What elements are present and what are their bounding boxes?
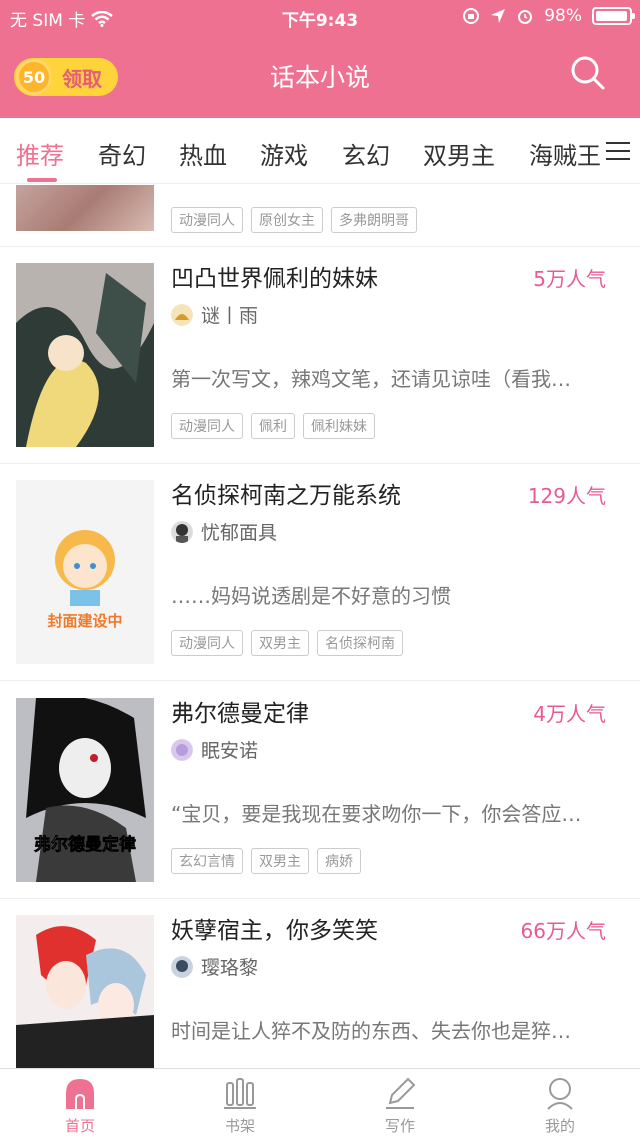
popularity-count: 4万人气 — [533, 702, 606, 726]
nav-profile-label: 我的 — [544, 1117, 575, 1135]
menu-icon[interactable] — [606, 142, 630, 162]
author-name: 谜丨雨 — [201, 305, 259, 327]
active-tab-indicator — [27, 178, 57, 182]
book-summary: 时间是让人猝不及防的东西、失去你也是猝… — [171, 1019, 571, 1043]
alarm-icon — [518, 10, 533, 24]
author-name: 忧郁面具 — [201, 522, 278, 544]
nav-write-label: 写作 — [384, 1117, 415, 1135]
popularity-count: 129人气 — [527, 484, 606, 508]
book-cover: 弗尔德曼定律 — [16, 698, 154, 882]
nav-bookshelf-label: 书架 — [224, 1117, 255, 1135]
nav-profile[interactable]: 我的 — [505, 1069, 615, 1138]
tag: 动漫同人 — [171, 413, 243, 439]
location-icon — [491, 9, 506, 23]
app-title: 话本小说 — [269, 63, 370, 92]
author-avatar — [171, 955, 193, 978]
search-icon[interactable] — [570, 55, 606, 91]
battery-percent: 98% — [544, 6, 582, 26]
nav-bookshelf[interactable]: 书架 — [185, 1069, 295, 1138]
pencil-icon — [386, 1077, 416, 1109]
book-summary: 第一次写文，辣鸡文笔，还请见谅哇（看我… — [171, 367, 571, 391]
nav-home-label: 首页 — [64, 1117, 95, 1135]
cover-caption: 弗尔德曼定律 — [34, 834, 136, 855]
tab-double-male[interactable]: 双男主 — [423, 136, 495, 171]
battery-icon — [592, 7, 635, 25]
book-cover — [16, 185, 154, 231]
author-avatar — [171, 738, 193, 761]
tab-one-piece[interactable]: 海贼王 — [529, 136, 601, 171]
tab-recommended[interactable]: 推荐 — [16, 136, 64, 171]
book-summary: ……妈妈说透剧是不好意的习惯 — [171, 584, 451, 608]
tab-xuanhuan[interactable]: 玄幻 — [342, 136, 390, 171]
tag: 动漫同人 — [171, 630, 243, 656]
rotation-lock-icon — [463, 8, 480, 24]
list-item[interactable]: 凹凸世界佩利的妹妹 5万人气 谜丨雨 第一次写文，辣鸡文笔，还请见谅哇（看我… … — [0, 247, 640, 464]
tag: 佩利 — [251, 413, 295, 439]
tag: 双男主 — [251, 630, 309, 656]
tag: 玄幻言情 — [171, 848, 243, 874]
book-title: 名侦探柯南之万能系统 — [171, 483, 401, 509]
author-avatar — [171, 520, 193, 543]
status-bar: 无 SIM 卡 下午9:43 98% — [0, 0, 640, 34]
nav-write[interactable]: 写作 — [345, 1069, 455, 1138]
list-item[interactable]: 动漫同人 原创女主 多弗朗明哥 — [0, 185, 640, 247]
author-name: 璎珞黎 — [201, 957, 259, 979]
tab-game[interactable]: 游戏 — [260, 136, 308, 171]
tab-hot-blood[interactable]: 热血 — [179, 136, 227, 171]
nav-home[interactable]: 首页 — [25, 1069, 135, 1138]
tag: 原创女主 — [251, 207, 323, 233]
list-item[interactable]: 封面建设中 名侦探柯南之万能系统 129人气 忧郁面具 ……妈妈说透剧是不好意的… — [0, 464, 640, 681]
book-cover — [16, 263, 154, 447]
author-name: 眠安诺 — [201, 740, 259, 762]
book-summary: “宝贝，要是我现在要求吻你一下，你会答应… — [171, 802, 582, 826]
book-list: 动漫同人 原创女主 多弗朗明哥 凹凸世界佩利的妹妹 5万人气 谜丨雨 第一次写文… — [0, 185, 640, 1068]
tag: 病娇 — [317, 848, 361, 874]
tab-fantasy[interactable]: 奇幻 — [98, 136, 146, 171]
tag: 多弗朗明哥 — [331, 207, 417, 233]
popularity-count: 5万人气 — [533, 267, 606, 291]
popularity-count: 66万人气 — [520, 919, 606, 943]
tag: 动漫同人 — [171, 207, 243, 233]
tag: 双男主 — [251, 848, 309, 874]
cover-caption: 封面建设中 — [47, 612, 122, 630]
book-title: 凹凸世界佩利的妹妹 — [171, 266, 378, 292]
book-cover — [16, 915, 154, 1068]
home-icon — [66, 1079, 94, 1109]
book-title: 弗尔德曼定律 — [171, 701, 309, 727]
book-title: 妖孽宿主，你多笑笑 — [171, 918, 378, 944]
tag: 名侦探柯南 — [317, 630, 403, 656]
bottom-nav: 首页 书架 写作 我的 — [0, 1068, 640, 1138]
category-tabs: 推荐 奇幻 热血 游戏 玄幻 双男主 海贼王 — [0, 118, 640, 184]
book-cover: 封面建设中 — [16, 480, 154, 664]
list-item[interactable]: 弗尔德曼定律 弗尔德曼定律 4万人气 眠安诺 “宝贝，要是我现在要求吻你一下，你… — [0, 682, 640, 899]
profile-icon — [547, 1078, 573, 1110]
list-item[interactable]: 妖孽宿主，你多笑笑 66万人气 璎珞黎 时间是让人猝不及防的东西、失去你也是猝… — [0, 899, 640, 1068]
bookshelf-icon — [224, 1078, 256, 1109]
top-header: 无 SIM 卡 下午9:43 98% 50 领取 话本小说 — [0, 0, 640, 118]
author-avatar — [171, 303, 193, 326]
tag: 佩利妹妹 — [303, 413, 375, 439]
